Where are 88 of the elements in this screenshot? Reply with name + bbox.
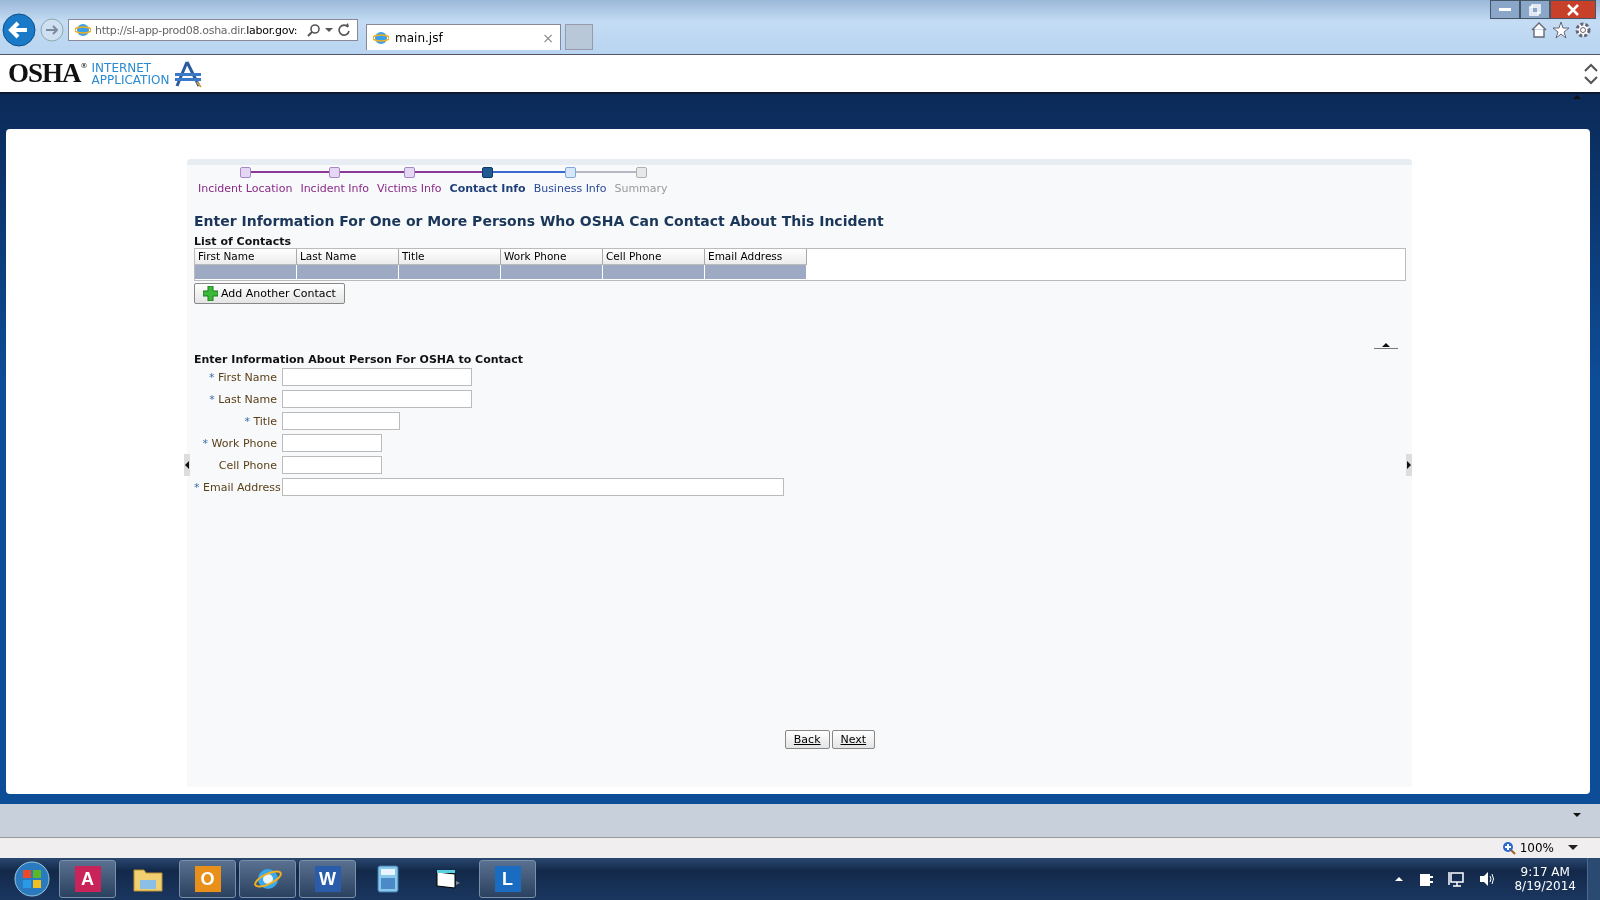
- required-mark: *: [208, 370, 215, 384]
- step-link[interactable]: Contact Info: [445, 179, 530, 195]
- required-mark: *: [244, 414, 250, 428]
- required-mark: *: [209, 392, 215, 406]
- field-label: * First Name: [207, 370, 277, 384]
- input-field[interactable]: [282, 434, 382, 452]
- power-plug-icon[interactable]: [1419, 871, 1434, 887]
- browser-icon: [75, 22, 91, 38]
- calculator-icon: [376, 865, 399, 893]
- restore-button[interactable]: [1520, 0, 1550, 19]
- forward-button[interactable]: [40, 18, 64, 42]
- taskbar-button[interactable]: L: [479, 860, 536, 898]
- dropdown-caret-icon[interactable]: [1568, 845, 1578, 851]
- step-marker: [635, 166, 647, 178]
- field-label: * Title: [243, 414, 277, 428]
- input-field[interactable]: [282, 456, 382, 474]
- close-button[interactable]: [1550, 0, 1596, 19]
- column-header[interactable]: Email Address: [705, 249, 807, 265]
- minimize-icon: [1499, 7, 1511, 12]
- app-tile-icon: L: [494, 866, 521, 892]
- step-marker: [482, 166, 494, 178]
- add-contact-button[interactable]: Add Another Contact: [194, 283, 345, 304]
- minimize-button[interactable]: [1490, 0, 1520, 19]
- column-header[interactable]: First Name: [195, 249, 297, 265]
- address-bar[interactable]: http://sl-app-prod08.osha.dir.labor.gov:: [68, 19, 358, 41]
- step-link[interactable]: Incident Location: [194, 179, 297, 195]
- taskbar-button[interactable]: [239, 860, 296, 898]
- taskbar-button[interactable]: A: [59, 860, 116, 898]
- plus-icon: [203, 286, 218, 301]
- compass-icon: [173, 59, 204, 88]
- required-mark: *: [202, 436, 209, 450]
- tab-title: main.jsf: [395, 30, 444, 45]
- browser-tab[interactable]: main.jsf ×: [366, 24, 561, 50]
- field-label: * Work Phone: [201, 436, 277, 450]
- column-header[interactable]: Last Name: [297, 249, 399, 265]
- start-button[interactable]: [14, 861, 50, 897]
- input-field[interactable]: [282, 390, 472, 408]
- app-tile-icon: O: [194, 866, 221, 892]
- app-tile-icon: A: [74, 866, 101, 892]
- speaker-icon[interactable]: [1479, 871, 1496, 887]
- logo-wordmark: OSHA: [8, 58, 81, 89]
- nav-button[interactable]: Next: [831, 730, 876, 749]
- column-header[interactable]: Title: [399, 249, 501, 265]
- taskbar-button[interactable]: W: [299, 860, 356, 898]
- table-title: List of Contacts: [194, 235, 293, 248]
- step-marker: [329, 166, 341, 178]
- step-marker: [403, 166, 415, 178]
- collapse-handle-icon[interactable]: [184, 454, 190, 476]
- folder-icon: [132, 866, 163, 892]
- field-label: Cell Phone: [217, 458, 277, 472]
- app-tile-icon: W: [314, 866, 341, 892]
- step-marker: [239, 166, 251, 178]
- column-header[interactable]: Work Phone: [501, 249, 603, 265]
- step-link[interactable]: Business Info: [529, 179, 611, 195]
- window-icon: [434, 868, 461, 890]
- tray-expand-icon[interactable]: [1394, 875, 1405, 883]
- dropdown-caret-icon[interactable]: [325, 27, 333, 33]
- form-title: Enter Information About Person For OSHA to Contact: [194, 353, 523, 366]
- browser-icon: [373, 29, 389, 46]
- zoom-icon[interactable]: [1501, 841, 1516, 855]
- input-field[interactable]: [282, 368, 472, 386]
- zoom-level[interactable]: 100%: [1519, 841, 1554, 855]
- settings-icon[interactable]: [1574, 21, 1592, 39]
- input-field[interactable]: [282, 478, 784, 496]
- required-mark: *: [194, 480, 200, 494]
- clock-date[interactable]: 8/19/2014: [1514, 879, 1576, 893]
- back-button[interactable]: [2, 13, 36, 47]
- refresh-icon[interactable]: [337, 23, 351, 37]
- logo-subtitle: INTERNET: [91, 61, 153, 74]
- step-link[interactable]: Incident Info: [296, 179, 374, 195]
- star-icon[interactable]: [1552, 21, 1570, 39]
- step-link[interactable]: Victims Info: [373, 179, 446, 195]
- network-icon[interactable]: [1448, 871, 1465, 887]
- collapse-handle-icon[interactable]: [1406, 454, 1412, 476]
- column-header[interactable]: Cell Phone: [603, 249, 705, 265]
- clock-time[interactable]: 9:17 AM: [1520, 865, 1570, 879]
- collapse-icon[interactable]: [1374, 342, 1398, 350]
- field-label: * Last Name: [208, 392, 277, 406]
- page-heading: Enter Information For One or More Persons Who OSHA Can Contact About This Incident: [194, 213, 885, 229]
- nav-button[interactable]: Back: [784, 730, 830, 749]
- close-icon: [1567, 3, 1579, 16]
- step-marker: [564, 166, 576, 178]
- logo-subtitle: APPLICATION: [91, 73, 170, 86]
- home-icon[interactable]: [1530, 21, 1548, 39]
- search-icon[interactable]: [307, 23, 321, 37]
- tab-close-button[interactable]: ×: [542, 29, 554, 46]
- restore-icon: [1529, 3, 1541, 16]
- input-field[interactable]: [282, 412, 400, 430]
